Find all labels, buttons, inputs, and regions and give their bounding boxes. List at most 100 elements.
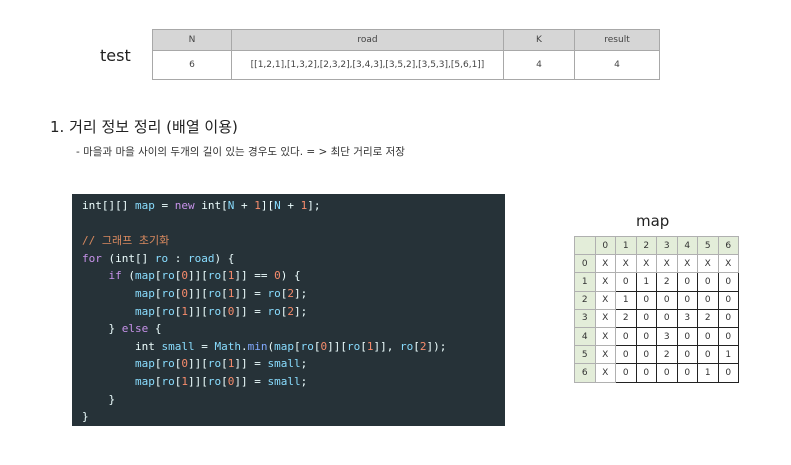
map-cell: X (635, 254, 657, 274)
code-token: ]][ (187, 374, 208, 388)
map-cell: 0 (697, 272, 719, 292)
map-cell: 0 (656, 308, 678, 328)
code-token: ro (161, 374, 175, 388)
map-cell: 3 (656, 326, 678, 347)
code-line: } (82, 408, 505, 426)
code-token: : (168, 251, 188, 265)
map-cell: 0 (676, 290, 698, 310)
code-token: small (267, 374, 301, 388)
code-line: for (int[] ro : road) { (82, 250, 505, 268)
code-token: ]] = (234, 357, 268, 371)
header-n: N (152, 29, 232, 51)
code-token: 1 (181, 304, 188, 318)
code-token: ro (161, 286, 175, 300)
code-token: N (274, 199, 281, 212)
code-token: map (82, 286, 155, 300)
code-token: } (82, 322, 122, 336)
map-cell: 1 (717, 345, 739, 365)
map-row: 6X000010 (574, 363, 739, 383)
value-k: 4 (503, 50, 575, 80)
value-road: [[1,2,1],[1,3,2],[2,3,2],[3,4,3],[3,5,2]… (231, 50, 504, 80)
map-row: 3X200320 (574, 308, 739, 328)
header-road: road (231, 29, 504, 51)
code-token: ]][ (327, 339, 347, 353)
code-token: + (280, 199, 301, 212)
code-token: Math (214, 339, 241, 353)
map-col-header: 1 (615, 235, 637, 256)
map-cell: X (594, 363, 616, 383)
map-cell: 0 (615, 363, 637, 383)
map-col-header: 3 (656, 235, 678, 256)
code-token: [ (221, 304, 228, 318)
code-line: map[ro[1]][ro[0]] = small; (82, 373, 505, 391)
code-line: int small = Math.min(map[ro[0]][ro[1]], … (82, 338, 505, 356)
map-cell: X (697, 254, 719, 274)
code-token: [ (413, 339, 420, 353)
code-line: map[ro[0]][ro[1]] = ro[2]; (82, 285, 505, 303)
header-k: K (503, 29, 575, 51)
code-token: . (240, 339, 248, 353)
code-line: // 그래프 초기화 (82, 232, 505, 250)
code-token: ]][ (187, 286, 208, 300)
code-token: ro (399, 339, 414, 353)
code-token: // 그래프 초기화 (82, 234, 170, 248)
map-cell: 1 (635, 272, 657, 292)
map-row-header: 5 (574, 345, 596, 365)
map-cell: 0 (676, 326, 698, 347)
test-label: test (100, 46, 131, 65)
code-token: 1 (254, 199, 261, 212)
code-token: ro (267, 304, 281, 318)
code-token: ]); (426, 339, 447, 353)
code-token: ]] == (234, 269, 275, 283)
code-token: map (134, 199, 155, 212)
map-cell: 0 (717, 308, 739, 328)
code-token: ]; (293, 286, 308, 300)
map-cell: 2 (656, 272, 678, 292)
map-cell: 0 (635, 345, 657, 365)
code-token: map (82, 357, 155, 371)
code-token: = (194, 339, 215, 353)
map-cell: X (717, 254, 739, 274)
map-cell: 0 (615, 326, 637, 347)
code-token: [ (360, 339, 367, 353)
map-cell: X (594, 308, 616, 328)
map-col-header: 4 (676, 235, 698, 256)
code-token: [ (154, 269, 162, 283)
map-col-header: 6 (717, 235, 739, 256)
code-token: ]][ (187, 304, 208, 318)
code-token: ]][ (187, 357, 208, 371)
code-token: int (82, 339, 162, 353)
map-row: 0XXXXXXX (574, 254, 739, 274)
code-token: 2 (287, 304, 294, 318)
code-line: map[ro[0]][ro[1]] = small; (82, 355, 505, 373)
map-cell: X (594, 290, 616, 310)
map-cell: 0 (635, 308, 657, 328)
code-token: ro (154, 251, 169, 265)
map-cell: 0 (676, 272, 698, 292)
code-token: 0 (181, 357, 188, 371)
map-cell: 0 (615, 272, 637, 292)
code-block: int[][] map = new int[N + 1][N + 1]; // … (72, 194, 505, 426)
map-row: 5X002001 (574, 345, 739, 365)
map-cell: X (594, 326, 616, 347)
map-row: 2X100000 (574, 290, 739, 310)
header-result: result (574, 29, 660, 51)
code-token: [ (221, 286, 228, 300)
code-token: { (148, 322, 162, 336)
code-token: ro (346, 339, 361, 353)
map-cell: 1 (697, 363, 719, 383)
code-line: map[ro[1]][ro[0]] = ro[2]; (82, 303, 505, 321)
map-cell: 0 (615, 345, 637, 365)
code-token: ]; (293, 304, 308, 318)
map-cell: 0 (656, 290, 678, 310)
map-cell: 2 (656, 345, 678, 365)
map-row-header: 6 (574, 363, 596, 383)
code-token: [ (221, 357, 228, 371)
code-token: ro (207, 304, 222, 318)
map-cell: X (594, 345, 616, 365)
map-cell: X (594, 254, 616, 274)
code-line: int[][] map = new int[N + 1][N + 1]; (82, 197, 505, 215)
map-cell: 3 (676, 308, 698, 328)
code-token: ro (161, 357, 175, 371)
